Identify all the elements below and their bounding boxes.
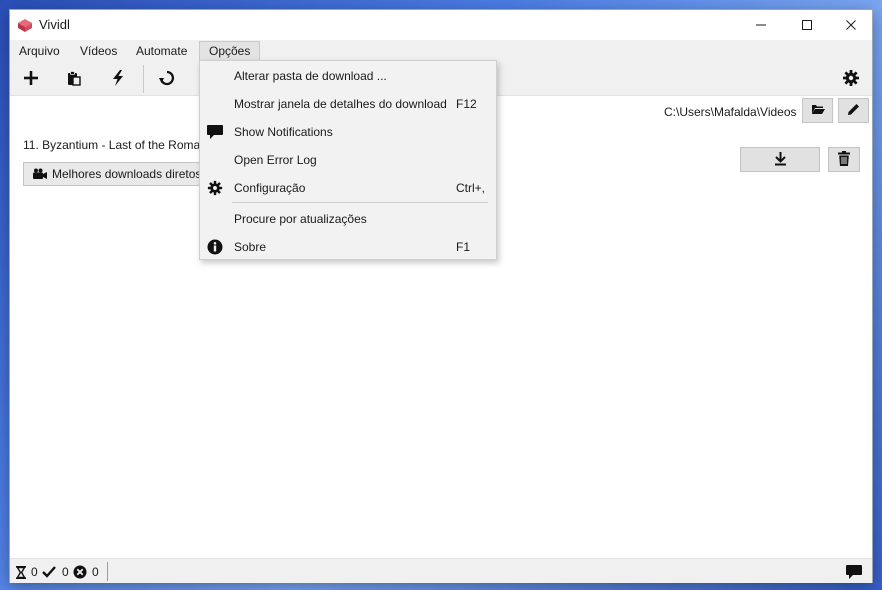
menu-item-shortcut: Ctrl+, — [456, 181, 486, 195]
maximize-button[interactable] — [784, 10, 830, 40]
pending-count: 0 — [31, 565, 38, 579]
options-menu: Alterar pasta de download ... Mostrar ja… — [199, 60, 497, 260]
refresh-button[interactable] — [155, 68, 179, 90]
menu-item-label: Show Notifications — [234, 125, 333, 139]
video-camera-icon — [32, 168, 48, 180]
menu-item-open-error-log[interactable]: Open Error Log — [200, 147, 496, 173]
menu-bar: Arquivo Vídeos Automate Opções — [10, 40, 872, 62]
minimize-button[interactable] — [738, 10, 784, 40]
menu-item-shortcut: F1 — [456, 240, 471, 254]
menu-item-label: Alterar pasta de download ... — [234, 69, 387, 83]
delete-button[interactable] — [828, 147, 860, 172]
menu-arquivo[interactable]: Arquivo — [19, 42, 60, 61]
menu-automate[interactable]: Automate — [136, 42, 187, 61]
menu-videos[interactable]: Vídeos — [80, 42, 117, 61]
error-icon — [73, 565, 87, 579]
title-bar: Vividl — [10, 10, 872, 40]
download-button[interactable] — [740, 147, 820, 172]
edit-path-button[interactable] — [838, 98, 869, 123]
app-logo-icon — [17, 17, 33, 33]
paste-icon — [66, 70, 82, 89]
add-button[interactable] — [19, 68, 43, 90]
menu-item-shortcut: F12 — [456, 97, 477, 111]
pencil-icon — [847, 103, 860, 119]
menu-item-label: Sobre — [234, 240, 267, 254]
open-folder-button[interactable] — [802, 98, 833, 123]
video-title: 11. Byzantium - Last of the Romans — [23, 138, 213, 152]
menu-item-label: Configuração — [234, 181, 306, 195]
window-title: Vividl — [39, 17, 70, 32]
menu-item-about[interactable]: Sobre F1 — [200, 234, 496, 260]
refresh-icon — [158, 69, 176, 90]
download-icon — [774, 151, 787, 169]
status-separator — [107, 562, 108, 581]
menu-item-configuration[interactable]: Configuração Ctrl+, — [200, 175, 496, 201]
quick-download-button[interactable] — [106, 68, 130, 90]
trash-icon — [838, 150, 850, 169]
download-path: C:\Users\Mafalda\Videos — [664, 105, 797, 119]
gear-icon — [207, 180, 223, 196]
failed-count: 0 — [92, 565, 99, 579]
menu-separator — [232, 202, 488, 203]
format-selector-label: Melhores downloads diretos — [52, 167, 202, 181]
menu-item-label: Open Error Log — [234, 153, 317, 167]
close-button[interactable] — [828, 10, 874, 40]
notification-icon — [207, 124, 223, 140]
toolbar-separator — [143, 65, 144, 93]
format-selector[interactable]: Melhores downloads diretos — [23, 162, 223, 186]
menu-item-label: Procure por atualizações — [234, 212, 367, 226]
folder-open-icon — [811, 103, 825, 118]
lightning-icon — [111, 69, 125, 89]
menu-opcoes[interactable]: Opções — [199, 41, 261, 61]
menu-item-change-download-folder[interactable]: Alterar pasta de download ... — [200, 63, 496, 89]
menu-item-show-download-details[interactable]: Mostrar janela de detalhes do download F… — [200, 91, 496, 117]
menu-item-label: Mostrar janela de detalhes do download — [234, 97, 447, 111]
completed-count: 0 — [62, 565, 69, 579]
settings-icon — [842, 69, 860, 90]
notification-icon[interactable] — [846, 565, 862, 579]
status-bar: 0 0 0 — [10, 558, 872, 583]
app-window: Vividl Arquivo Vídeos Automate Opções C:… — [9, 9, 873, 583]
menu-item-check-updates[interactable]: Procure por atualizações — [200, 206, 496, 232]
add-icon — [22, 69, 40, 90]
info-icon — [207, 239, 223, 255]
menu-item-show-notifications[interactable]: Show Notifications — [200, 119, 496, 145]
checkmark-icon — [42, 565, 56, 579]
hourglass-icon — [14, 565, 28, 579]
paste-button[interactable] — [62, 68, 86, 90]
settings-button[interactable] — [839, 68, 863, 90]
